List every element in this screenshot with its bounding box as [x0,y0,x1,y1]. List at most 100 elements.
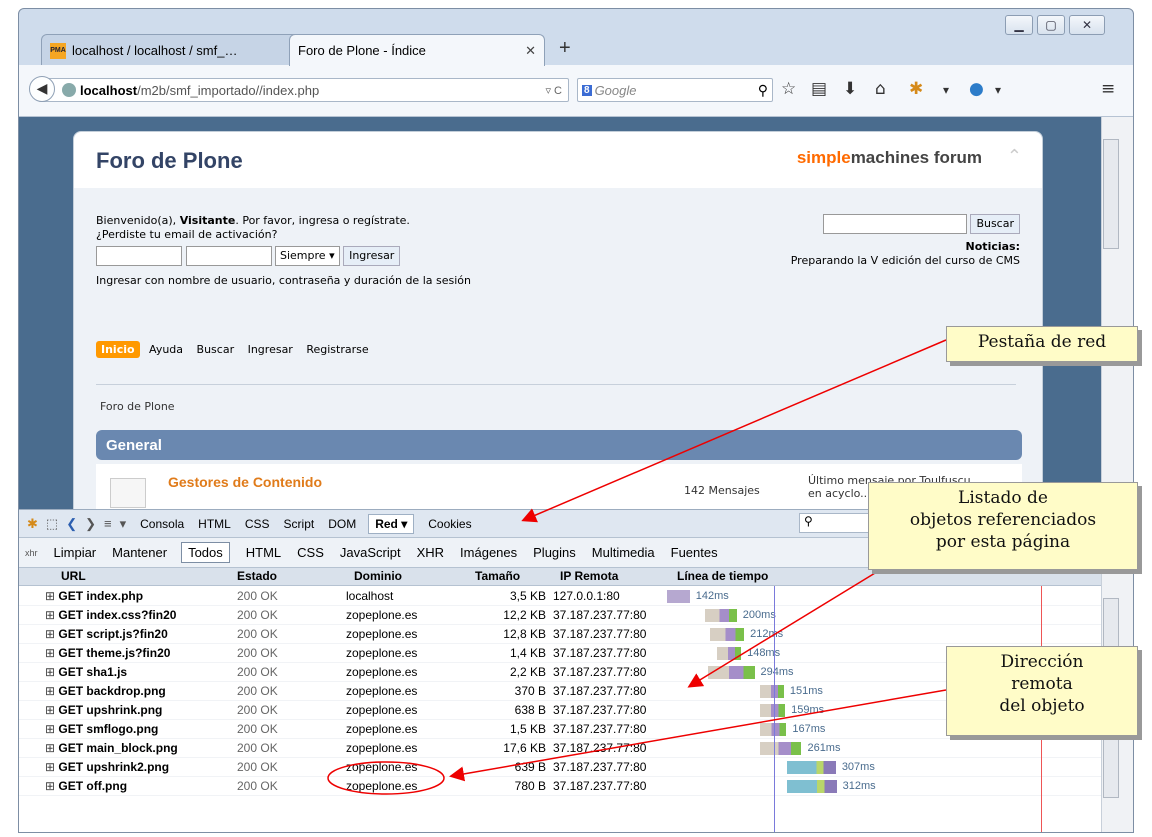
username-field[interactable] [96,246,182,266]
tab-html[interactable]: HTML [198,517,231,531]
session-length-select[interactable]: Siempre ▾ [275,246,340,266]
chevron-down-icon[interactable]: ▾ [995,83,1001,97]
filter-plugins[interactable]: Plugins [533,545,576,560]
bookmarks-menu-icon[interactable]: ▤ [811,79,827,99]
tab-css[interactable]: CSS [245,517,270,531]
filter-xhr[interactable]: XHR [417,545,444,560]
board-name[interactable]: Gestores de Contenido [168,474,322,490]
downloads-icon[interactable]: ⬇ [843,79,857,99]
home-icon[interactable]: ⌂ [875,79,886,99]
column-estado[interactable]: Estado [237,569,277,583]
request-status: 200 OK [237,627,278,641]
category-header[interactable]: General [96,430,1022,460]
table-row[interactable]: GET backdrop.png 200 OK zopeplone.es 370 B 3… [19,682,1101,701]
filter-multimedia[interactable]: Multimedia [592,545,655,560]
table-row[interactable]: GET script.js?fin20 200 OK zopeplone.es 12,… [19,625,1101,644]
table-row[interactable]: GET sha1.js 200 OK zopeplone.es 2,2 KB 37.18… [19,663,1101,682]
request-domain: zopeplone.es [346,627,418,641]
request-size: 1,4 KB [509,646,546,660]
menu-item-registrarse[interactable]: Registrarse [306,343,368,356]
request-domain: zopeplone.es [346,684,418,698]
column-linea-de-tiempo[interactable]: Línea de tiempo [677,569,768,583]
back-arrow-icon: ◀ [36,81,48,97]
column-dominio[interactable]: Dominio [354,569,402,583]
addon-globe-icon[interactable]: ● [969,79,984,99]
page-title[interactable]: Foro de Plone [96,148,243,174]
xhr-break-icon[interactable]: xhr [25,548,38,558]
table-row[interactable]: GET off.png 200 OK zopeplone.es 780 B 37.187… [19,777,1101,796]
tab-phpmyadmin[interactable]: PMA localhost / localhost / smf_… ✕ [41,34,309,66]
filter-todos[interactable]: Todos [181,542,230,563]
menu-item-ayuda[interactable]: Ayuda [149,343,183,356]
table-row[interactable]: GET main_block.png 200 OK zopeplone.es 17,6… [19,739,1101,758]
table-row[interactable]: GET smflogo.png 200 OK zopeplone.es 1,5 KB 3… [19,720,1101,739]
back-button[interactable]: ◀ [29,76,55,102]
filter-mantener[interactable]: Mantener [112,545,167,560]
firebug-search-input[interactable]: ⚲ [799,513,879,533]
search-icon: ⚲ [804,514,813,528]
column-ip-remota[interactable]: IP Remota [560,569,618,583]
firebug-icon[interactable]: ✱ [909,79,923,99]
chevron-down-icon[interactable]: ▾ [943,83,949,97]
forum-search-button[interactable]: Buscar [970,214,1020,234]
site-identity-icon[interactable] [62,83,76,97]
lost-email-link[interactable]: ¿Perdiste tu email de activación? [96,228,471,242]
welcome-text: Bienvenido(a), [96,214,180,227]
menu-item-buscar[interactable]: Buscar [197,343,235,356]
page-scrollbar[interactable] [1101,117,1133,509]
back-icon[interactable]: ❮ [66,516,77,532]
search-icon[interactable]: ⚲ [758,82,768,99]
chevron-down-icon[interactable]: ▾ [120,516,127,532]
request-domain: zopeplone.es [346,760,418,774]
close-window-icon[interactable]: ✕ [1069,15,1105,35]
filter-css[interactable]: CSS [297,545,324,560]
forum-search-input[interactable] [822,214,967,234]
menu-hamburger-icon[interactable]: ≡ [1101,79,1115,99]
table-row[interactable]: GET theme.js?fin20 200 OK zopeplone.es 1,4 … [19,644,1101,663]
close-icon[interactable]: ✕ [525,43,536,59]
tab-script[interactable]: Script [284,517,315,531]
forward-icon[interactable]: ❯ [85,516,96,532]
tab-cookies[interactable]: Cookies [428,517,471,531]
tab-consola[interactable]: Consola [140,517,184,531]
column-tamano[interactable]: Tamaño [475,569,520,583]
inspect-icon[interactable]: ⬚ [46,516,58,532]
breadcrumb[interactable]: Foro de Plone [100,400,175,413]
url-bar[interactable]: localhost /m2b/smf_importado//index.php … [39,78,569,102]
google-engine-icon[interactable]: 8 [582,84,592,96]
filter-fuentes[interactable]: Fuentes [671,545,718,560]
firebug-icon[interactable]: ✱ [27,516,38,532]
panel-menu-icon[interactable]: ≡ [104,516,112,531]
column-url[interactable]: URL [61,569,86,583]
login-button[interactable]: Ingresar [343,246,401,266]
new-tab-icon[interactable]: + [559,37,571,60]
timeline-duration: 142ms [695,590,729,602]
table-row[interactable]: GET upshrink.png 200 OK zopeplone.es 638 B 3… [19,701,1101,720]
search-engine-box[interactable]: 8 Google ⚲ [577,78,773,102]
request-url: GET sha1.js [45,665,223,679]
menu-item-inicio[interactable]: Inicio [96,341,140,358]
table-row[interactable]: GET upshrink2.png 200 OK zopeplone.es 639 B… [19,758,1101,777]
timeline-duration: 294ms [760,666,794,678]
bookmark-star-icon[interactable]: ☆ [781,79,796,99]
board-status-icon [110,478,146,508]
logo-part-orange: simple [796,148,851,167]
minimize-icon[interactable]: ▁ [1005,15,1033,35]
maximize-icon[interactable]: ▢ [1037,15,1065,35]
tab-foro-plone[interactable]: Foro de Plone - Índice ✕ [289,34,545,66]
filter-javascript[interactable]: JavaScript [340,545,401,560]
filter-limpiar[interactable]: Limpiar [54,545,97,560]
filter-html[interactable]: HTML [246,545,281,560]
password-field[interactable] [185,246,272,266]
tab-red[interactable]: Red ▾ [368,513,415,534]
filter-imagenes[interactable]: Imágenes [460,545,517,560]
menu-item-ingresar[interactable]: Ingresar [248,343,293,356]
table-row[interactable]: GET index.php 200 OK localhost 3,5 KB 127.0.… [19,587,1101,606]
table-row[interactable]: GET index.css?fin20 200 OK zopeplone.es 12,… [19,606,1101,625]
timeline-duration: 307ms [841,761,875,773]
reload-icon[interactable]: ▿ C [545,84,562,97]
tab-dom[interactable]: DOM [328,517,356,531]
collapse-header-icon[interactable]: ⌃ [1007,146,1022,167]
scrollbar-thumb[interactable] [1103,139,1119,249]
callout-line: objetos referenciados [909,510,1097,530]
